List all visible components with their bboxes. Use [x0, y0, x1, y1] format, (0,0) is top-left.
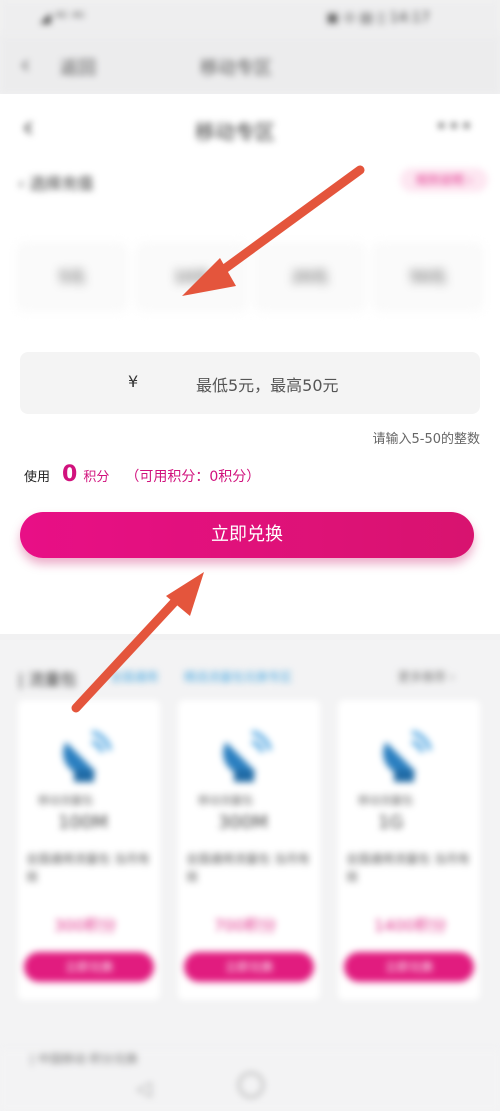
option-20[interactable]: 20元: [256, 244, 364, 310]
card-redeem-button[interactable]: 立即兑换: [24, 952, 154, 982]
amount-hint: 请输入5-50的整数: [372, 432, 480, 447]
app-nav-back-label[interactable]: 返回: [60, 54, 96, 80]
card-subtitle: 移动流量包: [38, 794, 93, 807]
available-points: （可用积分：0积分）: [125, 469, 261, 485]
footer-text: | 中国移动 积分兑换: [30, 1052, 138, 1066]
option-50[interactable]: 50元: [374, 244, 482, 310]
card-redeem-button[interactable]: 立即兑换: [344, 952, 474, 982]
satellite-icon: [223, 730, 272, 782]
back-chevron-icon[interactable]: ‹: [22, 110, 34, 145]
card-amount: 300M: [218, 812, 268, 833]
data-package-section: | 流量包 全国通用 精选流量包兑换专区 更多推荐 › 移动流量包 100M 全…: [0, 640, 500, 1111]
satellite-icon: [63, 730, 112, 782]
card-amount: 100M: [58, 812, 108, 833]
more-link[interactable]: 更多推荐 ›: [398, 668, 455, 685]
back-icon[interactable]: ‹: [20, 50, 30, 80]
rules-pill[interactable]: 规则说明 ›: [400, 168, 488, 192]
option-5[interactable]: 5元: [18, 244, 126, 310]
page-header: ‹ 移动专区 •••: [0, 94, 500, 164]
amount-options: 5元 10元 20元 50元: [18, 244, 498, 314]
battery-time-status: ▣ ⊙ ▤ ▯ 14:17: [325, 10, 430, 26]
card-subtitle: 移动流量包: [358, 794, 413, 807]
points-usage: 使用 0 积分 （可用积分：0积分）: [24, 462, 261, 487]
redeem-button[interactable]: 立即兑换: [20, 512, 474, 558]
section-label: ‹ 选择充值: [18, 174, 94, 193]
package-card[interactable]: 移动流量包 1G 全国通用流量包 当月有效 1400积分 立即兑换: [338, 700, 480, 1000]
more-options-icon[interactable]: •••: [436, 116, 474, 137]
card-description: 全国通用流量包 当月有效: [26, 852, 150, 884]
card-price: 300积分: [54, 916, 117, 935]
recharge-section-header: ‹ 选择充值 规则说明 ›: [18, 168, 488, 196]
amount-input[interactable]: ¥ 最低5元，最高50元: [20, 352, 480, 414]
package-card[interactable]: 移动流量包 100M 全国通用流量包 当月有效 300积分 立即兑换: [18, 700, 160, 1000]
use-label: 使用: [24, 470, 51, 485]
card-price: 1400积分: [374, 916, 447, 935]
app-nav-bar: ‹ 返回 移动专区: [0, 36, 500, 94]
points-unit: 积分: [83, 470, 110, 485]
card-amount: 1G: [378, 812, 404, 833]
package-section-title: | 流量包: [18, 670, 77, 689]
currency-symbol: ¥: [128, 372, 139, 391]
card-description: 全国通用流量包 当月有效: [186, 852, 310, 884]
card-subtitle: 移动流量包: [198, 794, 253, 807]
tab-nationwide[interactable]: 全国通用: [110, 668, 158, 685]
package-section-header: | 流量包 全国通用 精选流量包兑换专区 更多推荐 ›: [18, 666, 488, 690]
card-description: 全国通用流量包 当月有效: [346, 852, 470, 884]
bottom-nav: | 中国移动 积分兑换 ◁: [0, 1050, 500, 1111]
points-value: 0: [62, 462, 78, 487]
satellite-icon: [383, 730, 432, 782]
card-price: 700积分: [214, 916, 277, 935]
tab-featured[interactable]: 精选流量包兑换专区: [184, 668, 292, 685]
card-redeem-button[interactable]: 立即兑换: [184, 952, 314, 982]
nav-home-icon[interactable]: [238, 1072, 264, 1098]
page-title: 移动专区: [195, 120, 275, 144]
signal-status: ◢ ⁴ᴳ ⁴ᴳ: [40, 10, 85, 26]
status-bar: ◢ ⁴ᴳ ⁴ᴳ ▣ ⊙ ▤ ▯ 14:17: [0, 0, 500, 36]
option-10[interactable]: 10元: [138, 244, 246, 310]
amount-placeholder: 最低5元，最高50元: [196, 376, 339, 395]
package-card[interactable]: 移动流量包 300M 全国通用流量包 当月有效 700积分 立即兑换: [178, 700, 320, 1000]
app-nav-title: 移动专区: [200, 58, 272, 79]
nav-back-icon[interactable]: ◁: [136, 1076, 151, 1100]
